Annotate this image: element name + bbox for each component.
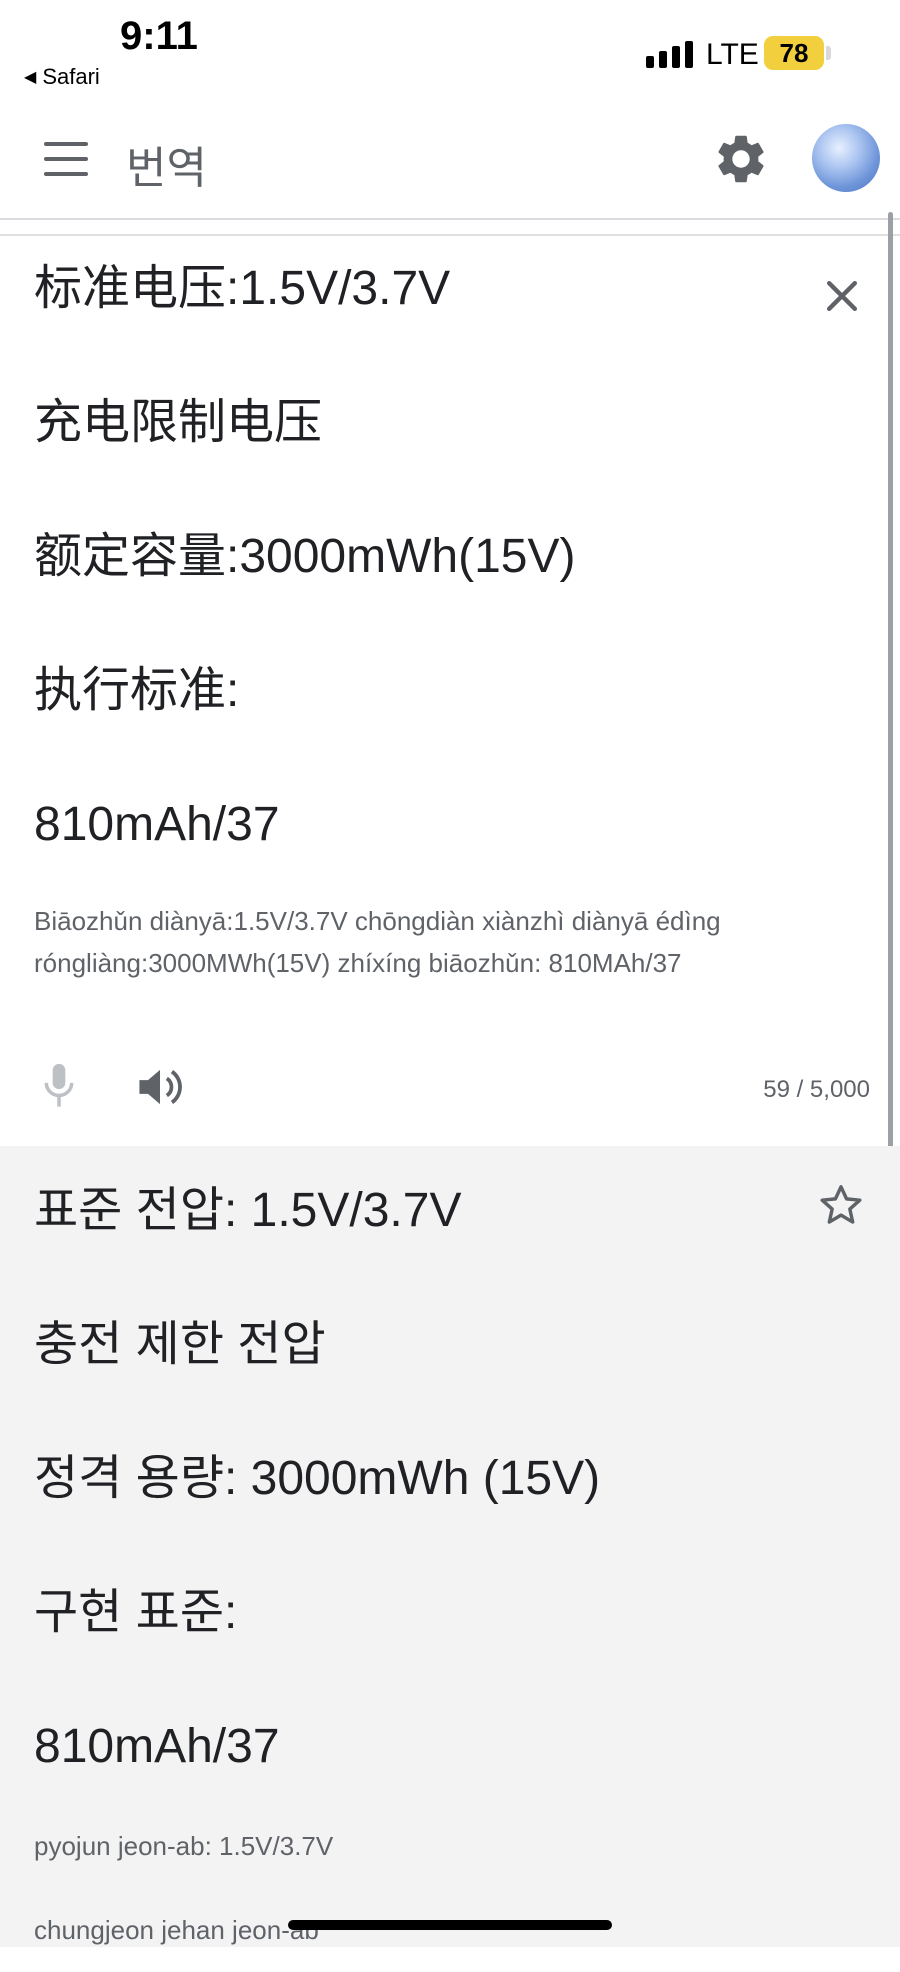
- source-transliteration: Biāozhǔn diànyā:1.5V/3.7V chōngdiàn xiàn…: [34, 906, 721, 978]
- back-triangle-icon: ◀: [24, 69, 37, 86]
- translation-line: 정격 용량: 3000mWh (15V): [34, 1452, 601, 1505]
- character-count: 59 / 5,000: [763, 1076, 870, 1103]
- app-title: 번역: [126, 144, 207, 193]
- gear-icon[interactable]: [712, 130, 770, 188]
- source-line: 额定容量:3000mWh(15V): [34, 530, 576, 583]
- source-line: 执行标准:: [34, 664, 240, 717]
- home-indicator[interactable]: [288, 1920, 612, 1930]
- translit-line: pyojun jeon-ab: 1.5V/3.7V: [34, 1831, 334, 1861]
- menu-icon[interactable]: [44, 142, 88, 176]
- source-line: 充电限制电压: [34, 396, 323, 449]
- status-time: 9:11: [120, 14, 198, 58]
- avatar[interactable]: [812, 124, 880, 192]
- source-text-area[interactable]: 标准电压:1.5V/3.7V 充电限制电压 额定容量:3000mWh(15V) …: [34, 222, 814, 892]
- speaker-icon[interactable]: [136, 1066, 184, 1108]
- source-line: 标准电压:1.5V/3.7V: [34, 262, 451, 315]
- translation-line: 표준 전압: 1.5V/3.7V: [34, 1184, 462, 1237]
- translation-text: 표준 전압: 1.5V/3.7V 충전 제한 전압 정격 용량: 3000mWh…: [34, 1144, 814, 1814]
- source-line: 810mAh/37: [34, 798, 280, 851]
- signal-strength-icon: [646, 36, 693, 68]
- translation-line: 구현 표준:: [34, 1586, 238, 1639]
- battery-nub: [826, 46, 831, 60]
- status-bar: 9:11 ◀ Safari LTE 78: [0, 0, 900, 100]
- back-to-safari-link[interactable]: ◀ Safari: [24, 64, 100, 90]
- star-icon[interactable]: [818, 1182, 864, 1228]
- back-app-label: Safari: [42, 64, 100, 89]
- app-bar: 번역: [0, 100, 900, 220]
- translation-line: 810mAh/37: [34, 1720, 280, 1773]
- translation-panel: 표준 전압: 1.5V/3.7V 충전 제한 전압 정격 용량: 3000mWh…: [0, 1146, 900, 1947]
- close-icon[interactable]: [820, 274, 864, 318]
- network-type: LTE: [706, 38, 759, 71]
- translation-line: 충전 제한 전압: [34, 1318, 326, 1371]
- translit-line: chungjeon jehan jeon-ab: [34, 1915, 319, 1945]
- battery-indicator: 78: [764, 36, 824, 70]
- microphone-icon[interactable]: [40, 1062, 78, 1110]
